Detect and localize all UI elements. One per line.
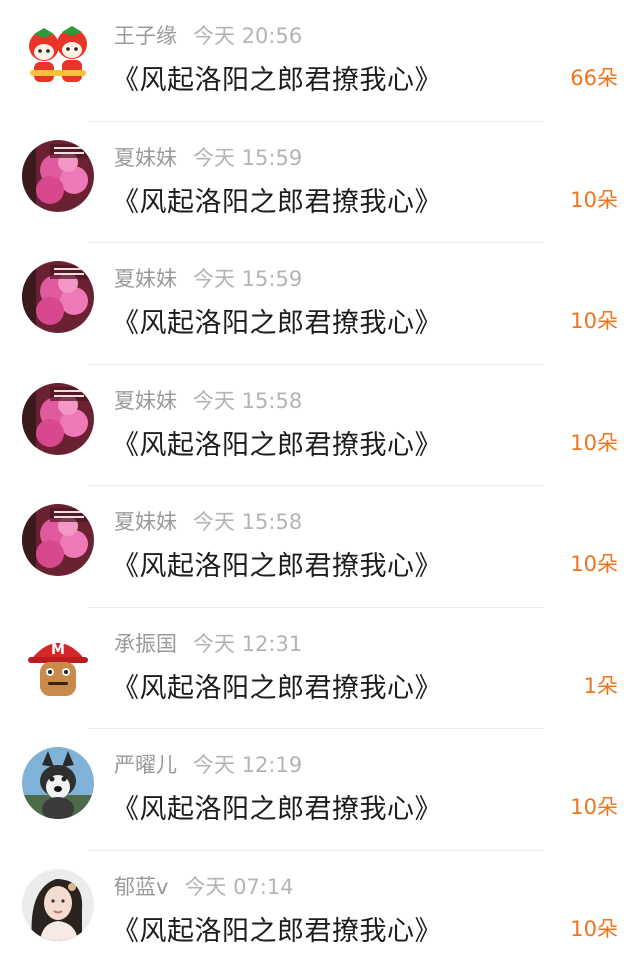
pink-blossom-avatar-image — [22, 261, 94, 333]
avatar[interactable]: M — [22, 626, 94, 698]
avatar[interactable] — [22, 261, 94, 333]
avatar[interactable] — [22, 18, 94, 90]
book-title[interactable]: 《风起洛阳之郎君撩我心》 — [112, 180, 442, 219]
book-title[interactable]: 《风起洛阳之郎君撩我心》 — [112, 423, 442, 462]
gift-record-row[interactable]: 夏妹妹今天 15:58 《风起洛阳之郎君撩我心》 10朵 — [0, 486, 640, 608]
gift-time: 今天 07:14 — [184, 875, 293, 899]
flower-count: 10朵 — [570, 548, 618, 578]
girl-portrait-avatar-image — [22, 869, 94, 941]
gift-record-row[interactable]: 夏妹妹今天 15:59 《风起洛阳之郎君撩我心》 10朵 — [0, 243, 640, 365]
flower-count: 10朵 — [570, 305, 618, 335]
user-name: 夏妹妹 — [114, 510, 177, 534]
pink-blossom-avatar-image — [22, 504, 94, 576]
flower-count: 66朵 — [570, 62, 618, 92]
book-title[interactable]: 《风起洛阳之郎君撩我心》 — [112, 909, 442, 948]
avatar[interactable] — [22, 383, 94, 455]
gift-record-row[interactable]: 郁蓝v 今天 07:14 《风起洛阳之郎君撩我心》 10朵 — [0, 851, 640, 972]
gift-record-row[interactable]: 夏妹妹今天 15:58 《风起洛阳之郎君撩我心》 10朵 — [0, 365, 640, 487]
gift-record-row[interactable]: 严曜儿今天 12:19 《风起洛阳之郎君撩我心》 10朵 — [0, 729, 640, 851]
flower-count: 10朵 — [570, 913, 618, 943]
gift-time: 今天 12:19 — [193, 753, 302, 777]
user-name: 夏妹妹 — [114, 146, 177, 170]
gift-record-list: 王子缘今天 20:56 《风起洛阳之郎君撩我心》 66朵 夏妹妹今天 15:59… — [0, 0, 640, 972]
gift-time: 今天 15:59 — [193, 267, 302, 291]
avatar[interactable] — [22, 869, 94, 941]
red-cap-character-avatar-image: M — [22, 626, 94, 698]
strawberry-cartoon-avatar-image — [22, 18, 94, 90]
gift-time: 今天 20:56 — [193, 24, 302, 48]
husky-dog-avatar-image — [22, 747, 94, 819]
flower-count: 10朵 — [570, 427, 618, 457]
book-title[interactable]: 《风起洛阳之郎君撩我心》 — [112, 544, 442, 583]
flower-count: 10朵 — [570, 791, 618, 821]
avatar[interactable] — [22, 140, 94, 212]
pink-blossom-avatar-image — [22, 140, 94, 212]
user-name: 郁蓝v — [114, 875, 168, 899]
pink-blossom-avatar-image — [22, 383, 94, 455]
gift-time: 今天 15:58 — [193, 510, 302, 534]
gift-record-row[interactable]: 夏妹妹今天 15:59 《风起洛阳之郎君撩我心》 10朵 — [0, 122, 640, 244]
avatar[interactable] — [22, 747, 94, 819]
book-title[interactable]: 《风起洛阳之郎君撩我心》 — [112, 58, 442, 97]
book-title[interactable]: 《风起洛阳之郎君撩我心》 — [112, 666, 442, 705]
book-title[interactable]: 《风起洛阳之郎君撩我心》 — [112, 787, 442, 826]
flower-count: 10朵 — [570, 184, 618, 214]
gift-time: 今天 15:58 — [193, 389, 302, 413]
flower-count: 1朵 — [584, 670, 618, 700]
user-name: 严曜儿 — [114, 753, 177, 777]
book-title[interactable]: 《风起洛阳之郎君撩我心》 — [112, 301, 442, 340]
user-name: 承振国 — [114, 632, 177, 656]
user-name: 王子缘 — [114, 24, 177, 48]
gift-time: 今天 15:59 — [193, 146, 302, 170]
gift-record-row[interactable]: 王子缘今天 20:56 《风起洛阳之郎君撩我心》 66朵 — [0, 0, 640, 122]
gift-record-row[interactable]: M 承振国今天 12:31 《风起洛阳之郎君撩我心》 1朵 — [0, 608, 640, 730]
gift-time: 今天 12:31 — [193, 632, 302, 656]
avatar[interactable] — [22, 504, 94, 576]
user-name: 夏妹妹 — [114, 389, 177, 413]
svg-text:M: M — [51, 642, 65, 658]
user-name: 夏妹妹 — [114, 267, 177, 291]
